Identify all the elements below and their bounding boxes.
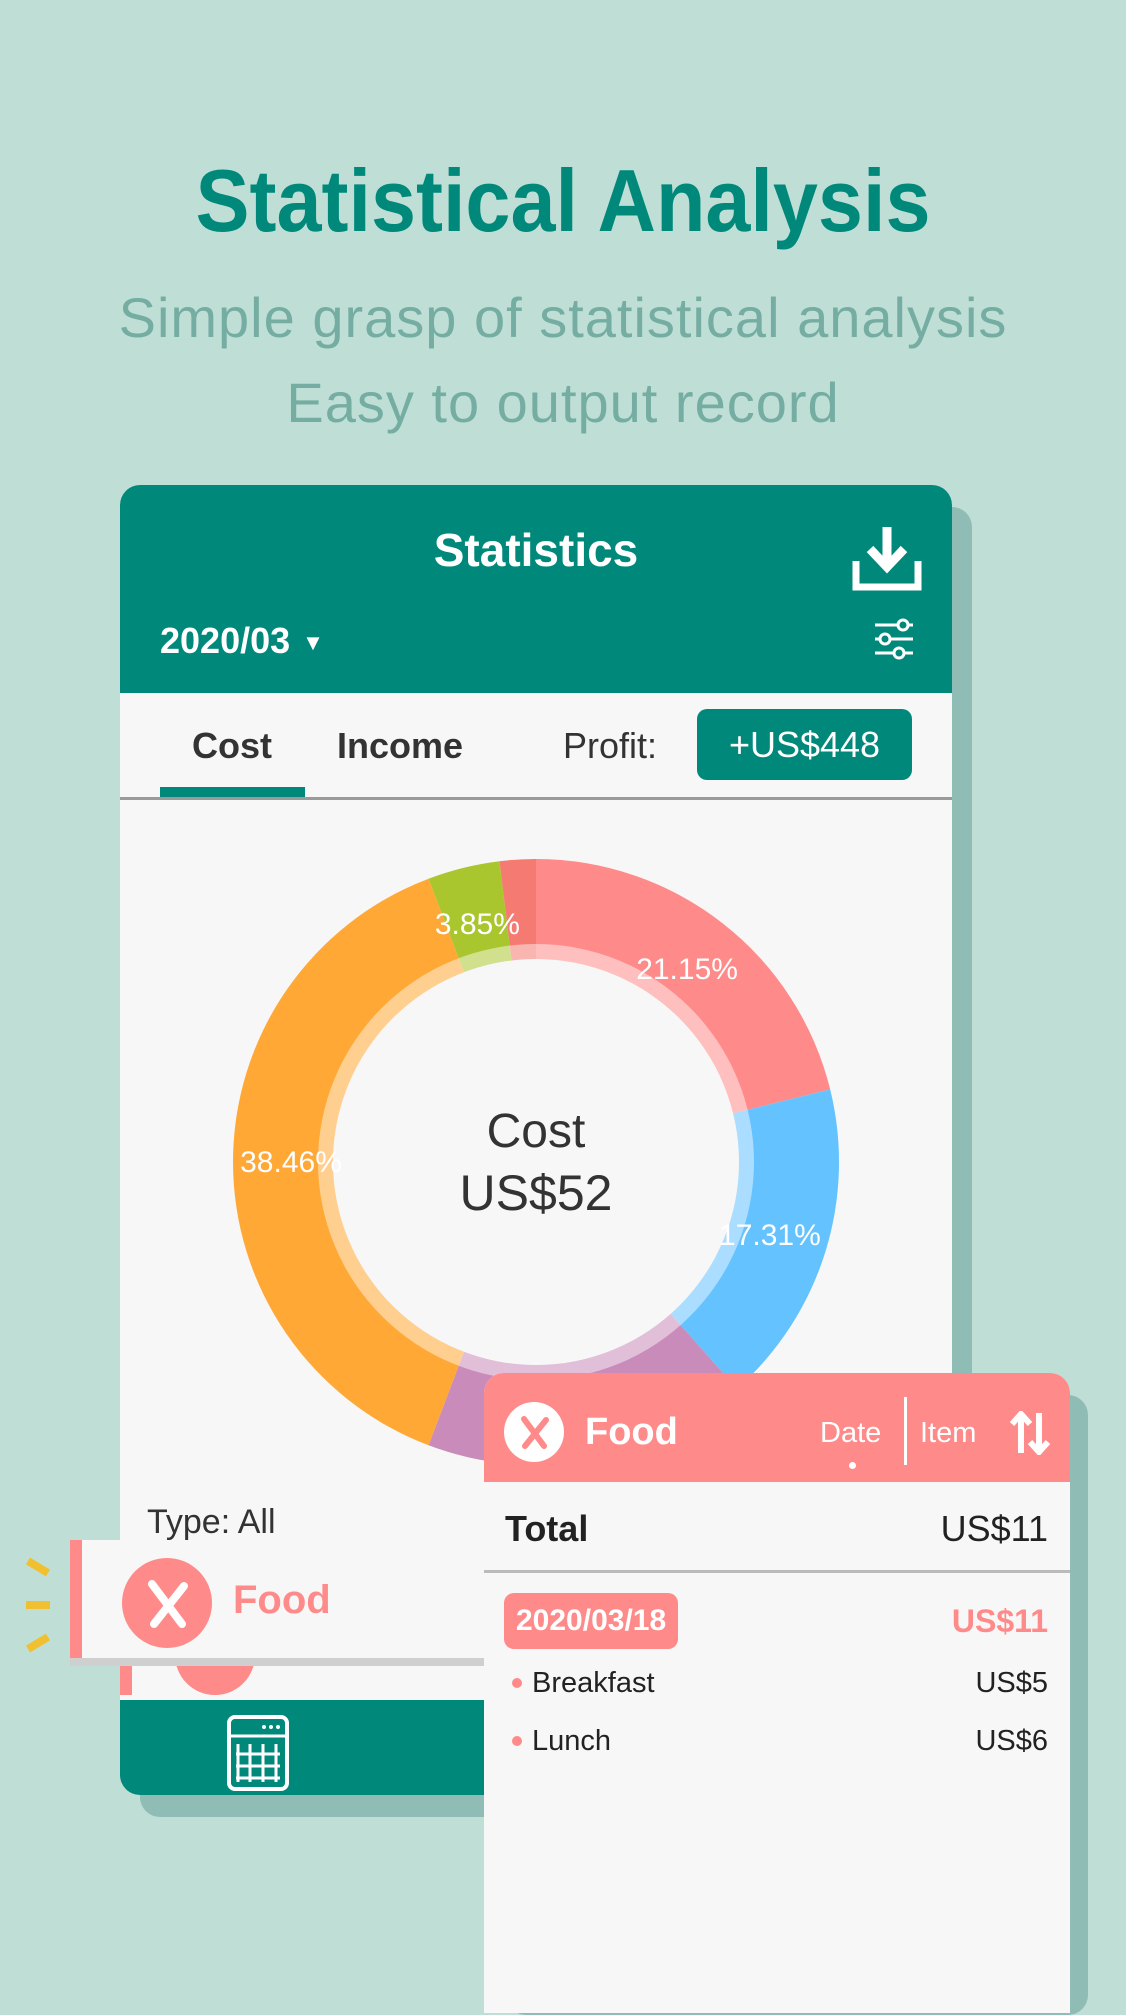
center-value: US$52 [460, 1165, 613, 1221]
row-marker [70, 1540, 82, 1658]
category-row-food[interactable]: Food [70, 1540, 484, 1658]
slice-label: 38.46% [240, 1146, 342, 1179]
promo-subtitle-1: Simple grasp of statistical analysis [118, 286, 1008, 349]
calculator-icon[interactable] [226, 1714, 290, 1792]
screen-title: Statistics [433, 524, 639, 576]
dropdown-arrow-icon: ▼ [302, 630, 324, 656]
active-sort-dot [849, 1462, 856, 1469]
promo-title: Statistical Analysis [195, 151, 931, 250]
item-amount: US$5 [975, 1667, 1048, 1699]
date-amount: US$11 [951, 1603, 1048, 1639]
tab-income[interactable]: Income [337, 725, 463, 767]
item-name[interactable]: Breakfast [532, 1667, 655, 1700]
bullet [512, 1736, 522, 1746]
bullet [512, 1678, 522, 1688]
divider [484, 1570, 1070, 1573]
slice-label: 3.85% [435, 908, 520, 941]
tab-cost[interactable]: Cost [192, 725, 272, 767]
profit-badge: +US$448 [697, 709, 912, 780]
total-label: Total [505, 1508, 589, 1549]
active-tab-indicator [160, 787, 305, 797]
sort-icon[interactable] [1010, 1411, 1050, 1455]
food-icon [122, 1558, 212, 1648]
month-value: 2020/03 [160, 620, 291, 661]
profit-label: Profit: [563, 725, 658, 766]
sort-date[interactable]: Date [820, 1417, 881, 1450]
category-name: Food [233, 1578, 331, 1622]
detail-category: Food [585, 1411, 678, 1453]
download-icon[interactable] [852, 525, 922, 591]
slice-label: 17.31% [719, 1219, 821, 1252]
sliders-icon[interactable] [873, 617, 915, 661]
header: Statistics 2020/03 ▼ [120, 485, 952, 693]
item-name[interactable]: Lunch [532, 1725, 611, 1758]
month-selector[interactable]: 2020/03 ▼ [160, 620, 324, 662]
item-amount: US$6 [975, 1725, 1048, 1757]
divider [904, 1397, 907, 1465]
highlight-sparkle-icon [25, 1557, 51, 1653]
food-icon [504, 1402, 564, 1462]
type-filter[interactable]: Type: All [147, 1503, 276, 1542]
promo-subtitle-2: Easy to output record [286, 371, 840, 434]
divider [120, 797, 952, 800]
total-value: US$11 [940, 1508, 1048, 1549]
sort-item[interactable]: Item [920, 1417, 976, 1450]
slice-label: 21.15% [636, 953, 738, 986]
center-label: Cost [487, 1105, 586, 1158]
detail-header: Food Date Item [484, 1373, 1070, 1482]
date-badge: 2020/03/18 [504, 1593, 679, 1649]
donut-hole [333, 959, 739, 1365]
category-detail-card: Food Date Item Total US$11 2020/03/18 US… [484, 1373, 1070, 2013]
